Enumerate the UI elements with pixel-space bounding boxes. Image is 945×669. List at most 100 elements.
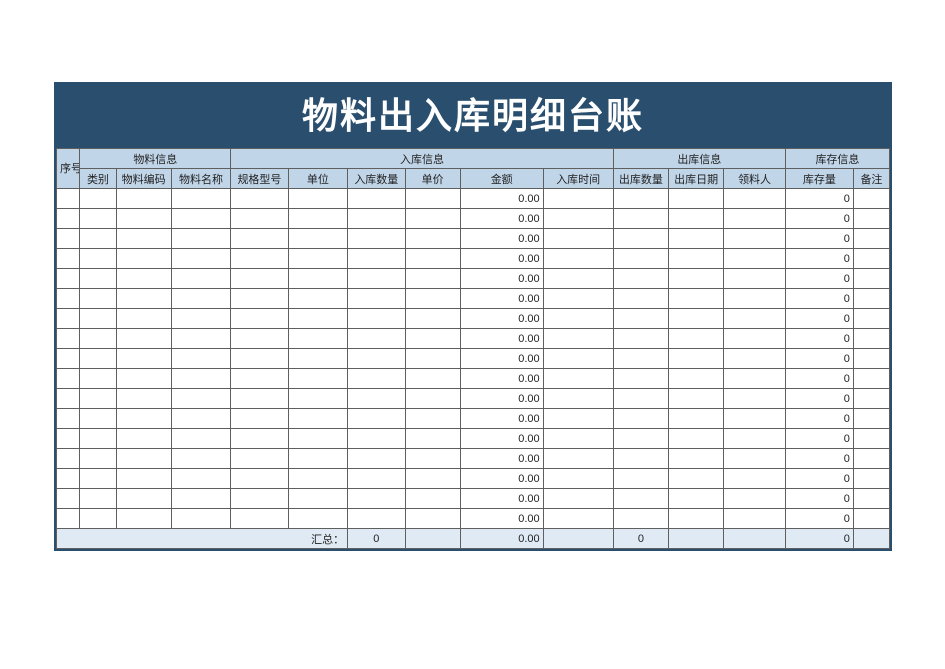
- cell-amount[interactable]: 0.00: [460, 449, 543, 469]
- cell-unit[interactable]: [288, 469, 348, 489]
- cell-out_qty[interactable]: [613, 289, 668, 309]
- cell-price[interactable]: [405, 269, 460, 289]
- cell-in_qty[interactable]: [348, 229, 405, 249]
- cell-unit[interactable]: [288, 189, 348, 209]
- cell-unit[interactable]: [288, 449, 348, 469]
- cell-in_time[interactable]: [543, 209, 613, 229]
- cell-category[interactable]: [80, 449, 116, 469]
- cell-unit[interactable]: [288, 389, 348, 409]
- cell-receiver[interactable]: [724, 429, 786, 449]
- cell-receiver[interactable]: [724, 469, 786, 489]
- cell-code[interactable]: [116, 249, 171, 269]
- cell-in_qty[interactable]: [348, 309, 405, 329]
- cell-amount[interactable]: 0.00: [460, 469, 543, 489]
- cell-out_date[interactable]: [669, 349, 724, 369]
- cell-stock[interactable]: 0: [785, 389, 853, 409]
- cell-name[interactable]: [171, 269, 231, 289]
- cell-stock[interactable]: 0: [785, 349, 853, 369]
- cell-category[interactable]: [80, 389, 116, 409]
- cell-spec[interactable]: [231, 489, 288, 509]
- cell-category[interactable]: [80, 269, 116, 289]
- cell-code[interactable]: [116, 429, 171, 449]
- cell-remark[interactable]: [853, 389, 889, 409]
- cell-out_qty[interactable]: [613, 369, 668, 389]
- cell-price[interactable]: [405, 469, 460, 489]
- cell-spec[interactable]: [231, 469, 288, 489]
- cell-amount[interactable]: 0.00: [460, 249, 543, 269]
- cell-category[interactable]: [80, 309, 116, 329]
- cell-category[interactable]: [80, 469, 116, 489]
- cell-in_qty[interactable]: [348, 369, 405, 389]
- cell-name[interactable]: [171, 189, 231, 209]
- cell-spec[interactable]: [231, 369, 288, 389]
- cell-unit[interactable]: [288, 369, 348, 389]
- cell-price[interactable]: [405, 309, 460, 329]
- cell-out_qty[interactable]: [613, 349, 668, 369]
- cell-out_date[interactable]: [669, 189, 724, 209]
- cell-seq[interactable]: [57, 189, 80, 209]
- cell-seq[interactable]: [57, 229, 80, 249]
- cell-code[interactable]: [116, 269, 171, 289]
- cell-seq[interactable]: [57, 349, 80, 369]
- cell-remark[interactable]: [853, 209, 889, 229]
- cell-spec[interactable]: [231, 389, 288, 409]
- cell-receiver[interactable]: [724, 369, 786, 389]
- cell-stock[interactable]: 0: [785, 469, 853, 489]
- cell-receiver[interactable]: [724, 309, 786, 329]
- cell-receiver[interactable]: [724, 329, 786, 349]
- cell-name[interactable]: [171, 329, 231, 349]
- cell-price[interactable]: [405, 509, 460, 529]
- cell-name[interactable]: [171, 509, 231, 529]
- cell-in_time[interactable]: [543, 349, 613, 369]
- cell-remark[interactable]: [853, 469, 889, 489]
- cell-unit[interactable]: [288, 229, 348, 249]
- cell-remark[interactable]: [853, 229, 889, 249]
- cell-spec[interactable]: [231, 249, 288, 269]
- cell-out_qty[interactable]: [613, 269, 668, 289]
- cell-seq[interactable]: [57, 509, 80, 529]
- cell-out_date[interactable]: [669, 309, 724, 329]
- cell-category[interactable]: [80, 369, 116, 389]
- cell-in_qty[interactable]: [348, 329, 405, 349]
- cell-code[interactable]: [116, 369, 171, 389]
- cell-amount[interactable]: 0.00: [460, 509, 543, 529]
- cell-price[interactable]: [405, 349, 460, 369]
- cell-out_date[interactable]: [669, 369, 724, 389]
- cell-amount[interactable]: 0.00: [460, 209, 543, 229]
- cell-in_time[interactable]: [543, 289, 613, 309]
- cell-in_qty[interactable]: [348, 469, 405, 489]
- cell-out_date[interactable]: [669, 429, 724, 449]
- cell-out_qty[interactable]: [613, 409, 668, 429]
- cell-remark[interactable]: [853, 309, 889, 329]
- cell-spec[interactable]: [231, 269, 288, 289]
- cell-out_qty[interactable]: [613, 309, 668, 329]
- cell-seq[interactable]: [57, 289, 80, 309]
- cell-category[interactable]: [80, 289, 116, 309]
- cell-name[interactable]: [171, 309, 231, 329]
- cell-in_time[interactable]: [543, 329, 613, 349]
- cell-stock[interactable]: 0: [785, 269, 853, 289]
- cell-out_qty[interactable]: [613, 249, 668, 269]
- cell-stock[interactable]: 0: [785, 289, 853, 309]
- cell-seq[interactable]: [57, 329, 80, 349]
- cell-in_qty[interactable]: [348, 209, 405, 229]
- cell-stock[interactable]: 0: [785, 509, 853, 529]
- cell-seq[interactable]: [57, 469, 80, 489]
- cell-name[interactable]: [171, 389, 231, 409]
- cell-in_time[interactable]: [543, 409, 613, 429]
- cell-in_qty[interactable]: [348, 189, 405, 209]
- cell-in_qty[interactable]: [348, 429, 405, 449]
- cell-name[interactable]: [171, 449, 231, 469]
- cell-out_date[interactable]: [669, 249, 724, 269]
- cell-amount[interactable]: 0.00: [460, 489, 543, 509]
- cell-out_date[interactable]: [669, 469, 724, 489]
- cell-spec[interactable]: [231, 449, 288, 469]
- cell-unit[interactable]: [288, 489, 348, 509]
- cell-category[interactable]: [80, 249, 116, 269]
- cell-price[interactable]: [405, 449, 460, 469]
- cell-in_qty[interactable]: [348, 389, 405, 409]
- cell-unit[interactable]: [288, 329, 348, 349]
- cell-in_qty[interactable]: [348, 249, 405, 269]
- cell-unit[interactable]: [288, 429, 348, 449]
- cell-out_qty[interactable]: [613, 489, 668, 509]
